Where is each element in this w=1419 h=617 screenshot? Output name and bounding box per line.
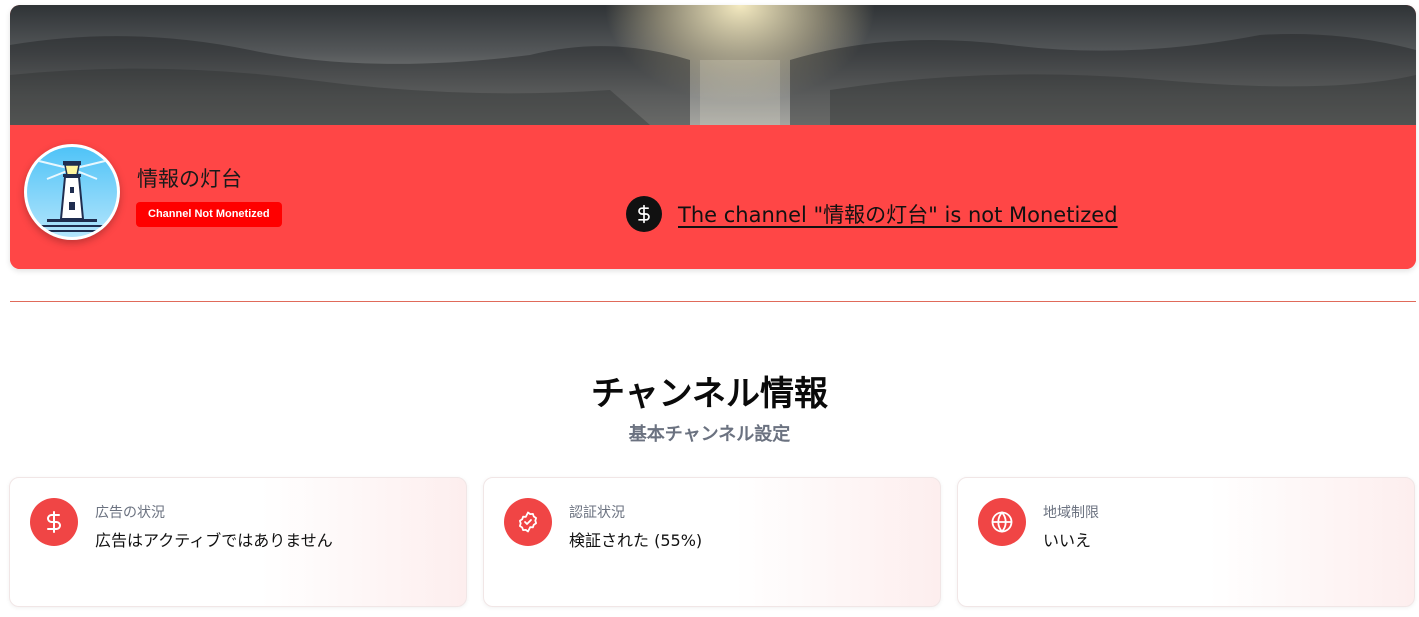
card-label: 地域制限 bbox=[1043, 505, 1099, 521]
card-value: 検証された (55%) bbox=[569, 531, 703, 550]
monetization-status-badge: Channel Not Monetized bbox=[136, 202, 282, 227]
globe-icon bbox=[978, 498, 1026, 546]
card-label: 広告の状況 bbox=[95, 505, 165, 521]
verification-status-card: 認証状況 検証された (55%) bbox=[483, 477, 941, 607]
channel-name: 情報の灯台 bbox=[137, 167, 242, 191]
region-restriction-card: 地域制限 いいえ bbox=[957, 477, 1415, 607]
section-title: チャンネル情報 bbox=[591, 374, 828, 414]
channel-avatar[interactable] bbox=[24, 144, 120, 240]
lighthouse-icon bbox=[27, 147, 117, 237]
verified-badge-icon bbox=[504, 498, 552, 546]
dollar-icon bbox=[626, 196, 662, 232]
monetization-message[interactable]: The channel "情報の灯台" is not Monetized bbox=[678, 199, 1118, 229]
ad-status-card: 広告の状況 広告はアクティブではありません bbox=[9, 477, 467, 607]
card-value: 広告はアクティブではありません bbox=[95, 531, 333, 550]
card-value: いいえ bbox=[1043, 531, 1092, 550]
section-subtitle: 基本チャンネル設定 bbox=[628, 424, 791, 445]
section-divider bbox=[10, 301, 1416, 302]
monetization-status-link[interactable]: The channel "情報の灯台" is not Monetized bbox=[626, 196, 1118, 232]
card-label: 認証状況 bbox=[569, 505, 625, 521]
channel-banner-image bbox=[10, 5, 1416, 125]
dollar-icon bbox=[30, 498, 78, 546]
